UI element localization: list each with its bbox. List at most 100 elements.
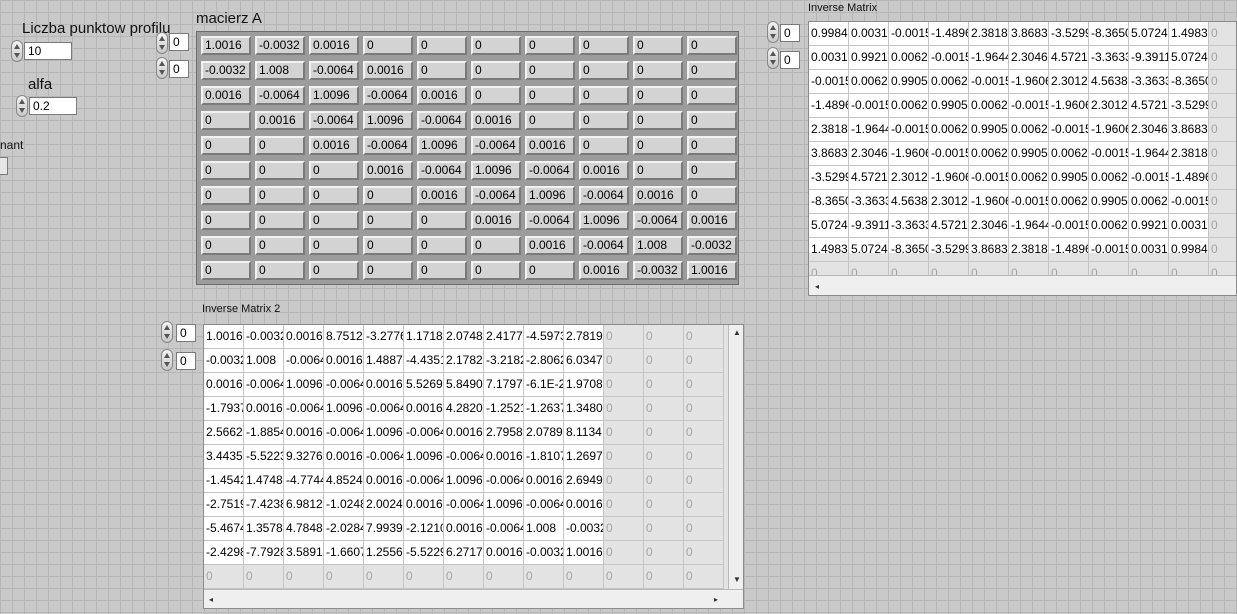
matrix-a-cell[interactable]: 0 [633,86,683,105]
inverse-matrix-cell[interactable]: -3.5299 [1169,94,1209,118]
inverse-matrix-2-cell[interactable]: 0 [644,517,684,541]
inverse-matrix-cell[interactable]: -0.0015 [1049,214,1089,238]
matrix-a-cell[interactable]: 0 [201,236,251,255]
matrix-a-cell[interactable]: -0.0064 [363,86,413,105]
inverse-matrix-2-cell[interactable]: 0 [364,565,404,589]
matrix-a-cell[interactable]: 0.0016 [687,211,737,230]
matrix-a-cell[interactable]: 0 [471,236,521,255]
inverse-matrix-cell[interactable]: 0.0062 [929,70,969,94]
matrix-a-cell[interactable]: 0 [201,161,251,180]
matrix-a-cell[interactable]: -0.0064 [579,236,629,255]
inverse-matrix-2-cell[interactable]: 0 [684,397,724,421]
matrix-a-cell[interactable]: 0 [579,136,629,155]
inverse-matrix-cell[interactable]: -1.9606 [1009,70,1049,94]
inverse-matrix-cell[interactable]: 0.9905 [1089,190,1129,214]
matrix-a-cell[interactable]: 0 [309,186,359,205]
increment-arrow-icon[interactable] [770,51,776,56]
inverse-matrix-cell[interactable]: 0.0031 [809,46,849,70]
inverse-matrix-cell[interactable]: -1.9644 [1009,214,1049,238]
inverse-matrix-cell[interactable]: -3.3633 [1129,70,1169,94]
inverse-matrix-cell[interactable]: -0.0015 [849,94,889,118]
inverse2-row-index-spinner[interactable] [161,321,173,343]
matrix-a-cell[interactable]: -0.0032 [687,236,737,255]
inverse-matrix-2-cell[interactable]: -0.0032 [244,325,284,349]
inverse-matrix-2-cell[interactable]: 0 [604,517,644,541]
matrix-a-cell[interactable]: 0 [255,136,305,155]
inverse-matrix-2-cell[interactable]: 0 [684,325,724,349]
inverse-matrix-cell[interactable]: -0.0015 [809,70,849,94]
matrix-a-cell[interactable]: 0 [687,111,737,130]
matrix-a-cell[interactable]: 0.0016 [525,136,575,155]
inverse-matrix-cell[interactable]: 3.8683 [969,238,1009,262]
matrix-a-cell[interactable]: 0 [201,111,251,130]
matrix-a-cell[interactable]: 0 [201,186,251,205]
inverse-matrix-2-cell[interactable]: 0 [684,565,724,589]
decrement-arrow-icon[interactable] [770,60,776,65]
inverse-matrix-2-cell[interactable]: 0 [604,373,644,397]
inverse-matrix-2-cell[interactable]: 2.6949 [564,469,604,493]
scroll-up-arrow-icon[interactable]: ▲ [733,328,741,338]
inverse-matrix-2-cell[interactable]: 0 [644,445,684,469]
inverse-matrix-cell[interactable]: -1.4896 [1169,166,1209,190]
increment-arrow-icon[interactable] [164,325,170,330]
inverse-matrix-2-cell[interactable]: 0.0016 [364,373,404,397]
increment-arrow-icon[interactable] [159,61,165,66]
matrix-a-cell[interactable]: 0 [687,36,737,55]
decrement-arrow-icon[interactable] [14,53,20,58]
inverse-matrix-cell[interactable]: 0.9905 [929,94,969,118]
inverse-matrix-cell[interactable]: 2.3818 [809,118,849,142]
inverse-matrix-2-cell[interactable]: 7.9939 [364,517,404,541]
inverse-matrix-cell[interactable]: 2.3046 [969,214,1009,238]
inverse-matrix-cell[interactable]: -1.4896 [1049,238,1089,262]
matrix-a-cell[interactable]: -0.0032 [633,261,683,280]
scroll-left-arrow-icon[interactable]: ◂ [815,282,819,292]
inverse-matrix-2-cell[interactable]: 1.0096 [404,445,444,469]
inverse-matrix-2-cell[interactable]: -4.4351 [404,349,444,373]
macierz-a-col-index-spinner[interactable] [156,57,168,79]
inverse-matrix-2-cell[interactable]: 0.0016 [404,397,444,421]
inverse-matrix-2-cell[interactable]: 1.3578 [244,517,284,541]
matrix-a-cell[interactable]: 0 [525,261,575,280]
inverse-matrix-2-cell[interactable]: -0.0064 [444,493,484,517]
inverse-matrix-cell[interactable]: -1.9644 [969,46,1009,70]
inverse-matrix-cell[interactable]: 0.0031 [1169,214,1209,238]
matrix-a-cell[interactable]: 0 [471,86,521,105]
inverse-matrix-cell[interactable]: -0.0015 [929,46,969,70]
inverse-matrix-2-cell[interactable]: 0 [644,541,684,565]
matrix-a-cell[interactable]: -0.0064 [633,211,683,230]
matrix-a-cell[interactable]: 0 [471,36,521,55]
inverse-matrix-2-cell[interactable]: 0 [644,373,684,397]
inverse-matrix-2-cell[interactable]: 0.0016 [404,493,444,517]
inverse-matrix-cell[interactable]: -3.3633 [1089,46,1129,70]
matrix-a-cell[interactable]: 0 [525,61,575,80]
matrix-a-cell[interactable]: 0 [687,86,737,105]
scroll-left-arrow-icon[interactable]: ◂ [209,595,213,605]
inverse-matrix-2-cell[interactable]: -0.0032 [204,349,244,373]
inverse-matrix-2-cell[interactable]: -7.7928 [244,541,284,565]
inverse-col-index[interactable]: 0 [780,51,800,69]
inverse-matrix-cell[interactable]: 0.9921 [849,46,889,70]
matrix-a-cell[interactable]: -0.0064 [471,186,521,205]
matrix-a-cell[interactable]: 1.0096 [525,186,575,205]
inverse-matrix-2-cell[interactable]: 6.0347 [564,349,604,373]
matrix-a-cell[interactable]: 0 [633,161,683,180]
matrix-a-cell[interactable]: 0 [633,36,683,55]
matrix-a-cell[interactable]: -0.0032 [201,61,251,80]
matrix-a-cell[interactable]: 0.0016 [633,186,683,205]
inverse-matrix-cell[interactable]: 0.0062 [1009,166,1049,190]
matrix-a-cell[interactable]: 0 [363,261,413,280]
inverse-matrix-cell[interactable]: -1.9606 [969,190,1009,214]
inverse-matrix-cell[interactable]: 0 [1209,94,1236,118]
matrix-a-cell[interactable]: 0 [687,161,737,180]
matrix-a-cell[interactable]: 0 [309,161,359,180]
inverse-matrix-2-cell[interactable]: 0.0016 [564,493,604,517]
inverse-matrix-2-cell[interactable]: 0 [564,565,604,589]
inverse-matrix-2-cell[interactable]: 0 [684,469,724,493]
inverse-matrix-2-cell[interactable]: -0.0064 [244,373,284,397]
inverse-matrix-2-cell[interactable]: 0 [644,325,684,349]
inverse-matrix-2-cell[interactable]: 0 [644,469,684,493]
inverse-matrix-2-cell[interactable]: 1.0096 [364,421,404,445]
inverse-matrix-2-cell[interactable]: 0 [604,421,644,445]
inverse-matrix-cell[interactable]: 0.0031 [849,22,889,46]
inverse-matrix-cell[interactable]: -0.0015 [889,22,929,46]
